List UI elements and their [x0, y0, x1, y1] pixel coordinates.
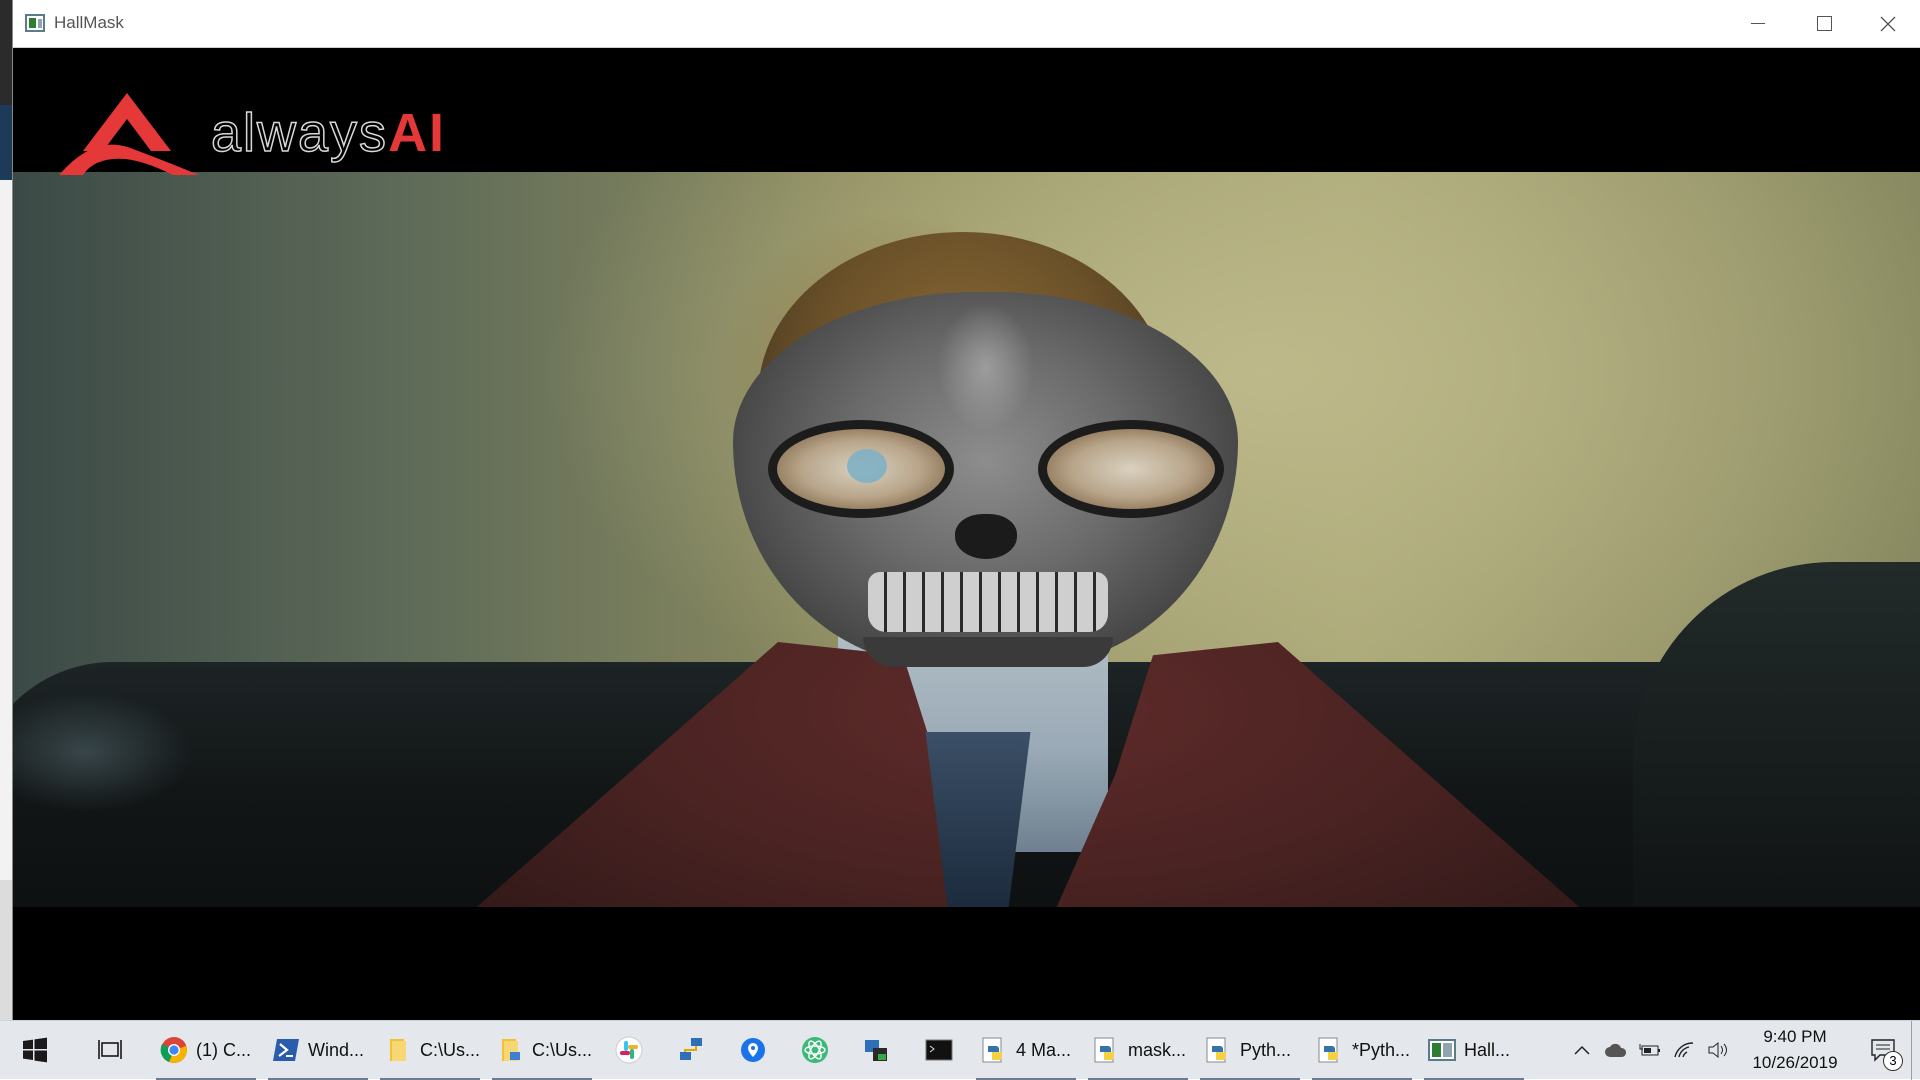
chrome-icon: [160, 1037, 187, 1063]
video-canvas: alwaysAI: [13, 48, 1920, 1020]
task-view-icon: [98, 1040, 122, 1059]
taskbar-python-2[interactable]: mask...: [1082, 1021, 1194, 1080]
couch-armrest: [1633, 562, 1920, 907]
battery-icon: [1639, 1044, 1660, 1056]
window-title: HallMask: [54, 13, 124, 32]
title-bar[interactable]: HallMask: [13, 0, 1920, 48]
taskbar-powershell[interactable]: Wind...: [262, 1021, 374, 1080]
chevron-up-icon: [1574, 1045, 1590, 1055]
battery-button[interactable]: [1633, 1021, 1667, 1080]
alwaysai-logo: alwaysAI: [55, 93, 447, 175]
taskbar-python-1[interactable]: 4 Ma...: [970, 1021, 1082, 1080]
system-tray: 9:40 PM 10/26/2019 3: [1565, 1020, 1920, 1080]
atom-icon: [802, 1037, 828, 1063]
close-button[interactable]: [1856, 0, 1920, 47]
python-icon: [1206, 1037, 1226, 1063]
taskbar-slack[interactable]: [598, 1021, 660, 1080]
taskbar-item-label: C:\Us...: [532, 1039, 593, 1060]
taskbar-chrome[interactable]: (1) C...: [150, 1021, 262, 1080]
volume-button[interactable]: [1701, 1021, 1735, 1080]
clock-time: 9:40 PM: [1763, 1027, 1827, 1046]
taskbar-item-label: 4 Ma...: [1016, 1039, 1072, 1060]
terminal-icon: [925, 1039, 953, 1061]
taskbar-item-label: C:\Us...: [420, 1039, 481, 1060]
alwaysai-logo-text: alwaysAI: [210, 103, 447, 163]
slack-icon: [615, 1036, 643, 1064]
show-hidden-icons-button[interactable]: [1565, 1021, 1599, 1080]
notification-count-badge: 3: [1883, 1050, 1903, 1071]
desktop-background-strip: [0, 0, 12, 1020]
taskbar-maps[interactable]: [722, 1021, 784, 1080]
taskbar-atom[interactable]: [784, 1021, 846, 1080]
network-icon: [680, 1038, 702, 1060]
taskbar-python-4[interactable]: *Pyth...: [1306, 1021, 1418, 1080]
alwaysai-logo-icon: [59, 93, 199, 175]
maps-pin-icon: [741, 1038, 765, 1062]
taskbar-item-label: Wind...: [308, 1039, 365, 1060]
taskbar-item-label: Hall...: [1464, 1039, 1511, 1060]
taskbar-terminal[interactable]: [908, 1021, 970, 1080]
taskbar-item-label: Pyth...: [1240, 1039, 1292, 1060]
python-icon: [1094, 1037, 1114, 1063]
taskbar-hallmask[interactable]: Hall...: [1418, 1021, 1530, 1080]
onedrive-button[interactable]: [1599, 1021, 1633, 1080]
maximize-icon: [1816, 16, 1832, 31]
taskbar-explorer-2[interactable]: C:\Us...: [486, 1021, 598, 1080]
volume-icon: [1708, 1041, 1727, 1059]
taskbar-explorer-1[interactable]: C:\Us...: [374, 1021, 486, 1080]
taskbar: (1) C... Wind... C:\Us... C:\Us... 4 Ma.…: [0, 1020, 1920, 1080]
task-view-button[interactable]: [70, 1021, 150, 1080]
wifi-button[interactable]: [1667, 1021, 1701, 1080]
taskbar-item-label: (1) C...: [196, 1039, 252, 1060]
cloud-icon: [1605, 1043, 1627, 1057]
hallmask-app-icon: [1428, 1039, 1456, 1061]
python-icon: [982, 1037, 1002, 1063]
taskbar-item-label: mask...: [1128, 1039, 1187, 1060]
maximize-button[interactable]: [1792, 0, 1856, 47]
windows-icon: [23, 1037, 47, 1063]
minimize-button[interactable]: [1726, 0, 1790, 47]
folder-icon: [390, 1039, 406, 1061]
taskbar-python-3[interactable]: Pyth...: [1194, 1021, 1306, 1080]
vpn-lock-icon: [865, 1040, 887, 1061]
mask-right-eye: [1038, 420, 1224, 518]
hallmask-window: HallMask alwaysAI: [12, 0, 1920, 1020]
mask-left-eye: [768, 420, 954, 518]
clock[interactable]: 9:40 PM 10/26/2019: [1735, 1024, 1855, 1076]
start-button[interactable]: [0, 1021, 70, 1080]
powershell-icon: [273, 1039, 299, 1061]
skull-mask-overlay: [733, 292, 1238, 667]
mask-jaw: [863, 637, 1113, 667]
show-desktop-button[interactable]: [1911, 1020, 1920, 1080]
mask-nose: [955, 514, 1017, 559]
hallmask-app-icon: [25, 14, 45, 32]
action-center-button[interactable]: 3: [1855, 1021, 1911, 1080]
minimize-icon: [1751, 23, 1765, 24]
folder-icon: [502, 1039, 520, 1061]
clock-date: 10/26/2019: [1752, 1053, 1838, 1072]
webcam-frame: [13, 172, 1920, 907]
close-icon: [1880, 16, 1896, 31]
mask-teeth: [868, 572, 1108, 632]
python-icon: [1318, 1037, 1338, 1063]
wifi-icon: [1674, 1042, 1694, 1058]
taskbar-network-tool[interactable]: [660, 1021, 722, 1080]
taskbar-item-label: *Pyth...: [1352, 1039, 1411, 1060]
taskbar-vpn[interactable]: [846, 1021, 908, 1080]
